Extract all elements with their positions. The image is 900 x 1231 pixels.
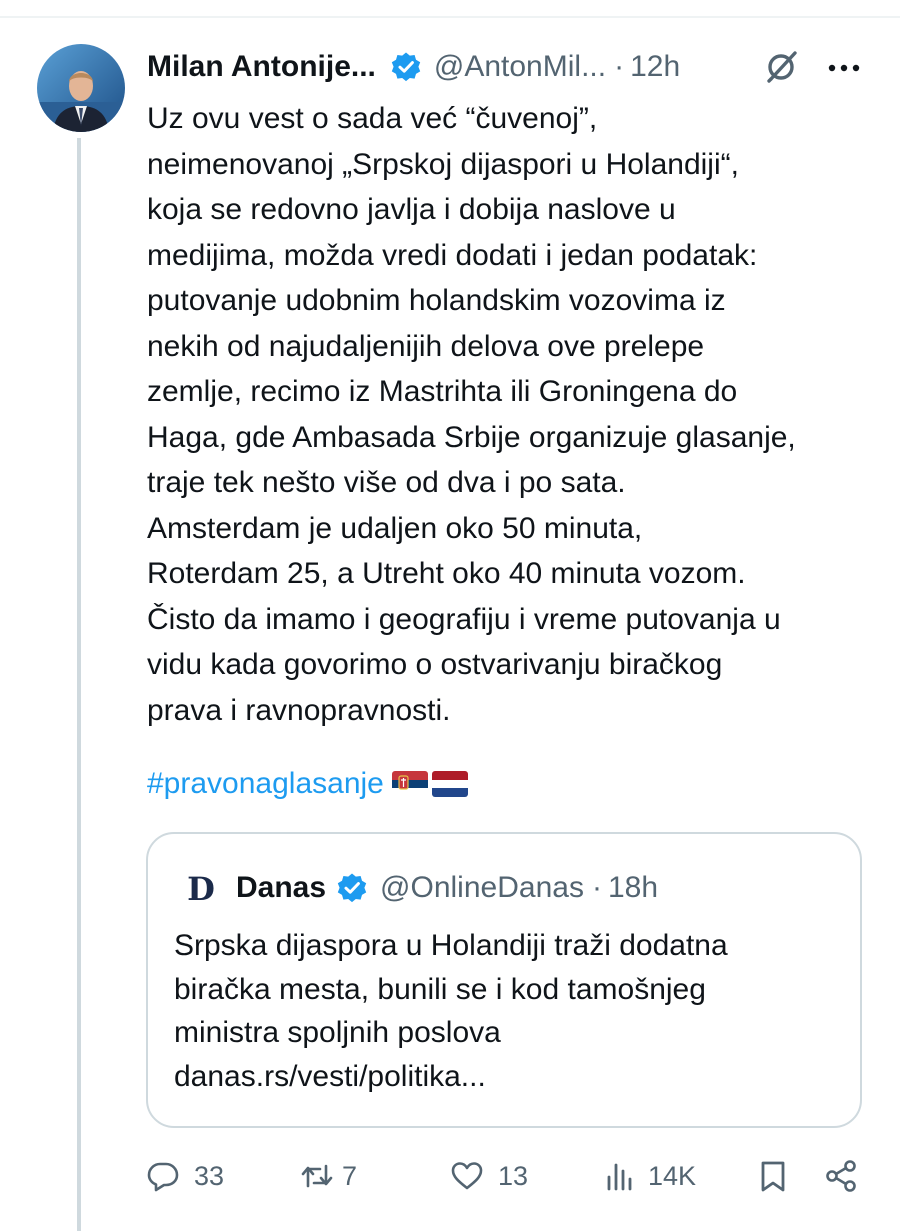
quoted-tweet-text: Srpska dijaspora u Holandiji traži dodat… — [174, 924, 844, 1098]
more-options-icon[interactable] — [824, 48, 864, 88]
tweet-text-line: zemlje, recimo iz Mastrihta ili Groninge… — [147, 375, 738, 408]
quoted-tweet-card[interactable]: D Danas @OnlineDanas · 18h Srpska dijasp… — [146, 832, 862, 1128]
quoted-text-line: danas.rs/vesti/politika... — [174, 1059, 486, 1093]
tweet-text-line: traje tek nešto više od dva i po sata. — [147, 466, 626, 499]
tweet-text-line: putovanje udobnim holandskim vozovima iz — [147, 284, 726, 317]
tweet-text-line: prava i ravnopravnosti. — [147, 693, 451, 727]
bookmark-icon — [761, 1161, 785, 1192]
views-chart-icon — [607, 1163, 632, 1191]
grok-icon[interactable] — [762, 46, 802, 86]
tweet-text-line: Uz ovu vest o sada već “čuvenoj”, — [147, 102, 598, 135]
thread-line — [77, 138, 81, 1231]
verified-badge-icon — [390, 51, 422, 83]
danas-logo-icon: D — [182, 869, 220, 907]
quoted-author-handle[interactable]: @OnlineDanas — [380, 871, 584, 905]
reply-count: 33 — [194, 1160, 225, 1191]
netherlands-flag-icon — [431, 771, 468, 797]
bookmark-button[interactable] — [756, 1152, 790, 1200]
quoted-text-line: biračka mesta, bunili se i kod tamošnjeg — [174, 972, 706, 1006]
quoted-tweet-time[interactable]: 18h — [608, 871, 658, 905]
quoted-text-line: Srpska dijaspora u Holandiji traži dodat… — [174, 929, 728, 962]
hashtag-link[interactable]: #pravonaglasanje — [147, 767, 384, 801]
heart-icon — [451, 1162, 483, 1190]
repost-button[interactable]: 7 — [300, 1152, 357, 1200]
views-count: 14K — [648, 1160, 697, 1191]
tweet-text-line: Čisto da imamo i geografiju i vreme puto… — [147, 602, 781, 636]
reply-icon — [147, 1162, 179, 1192]
tweet-actions: 33 7 13 14K — [146, 1152, 866, 1200]
top-divider — [0, 16, 900, 18]
like-count: 13 — [498, 1160, 529, 1191]
separator-dot: · — [614, 50, 625, 83]
tweet-time[interactable]: 12h — [630, 50, 680, 84]
avatar[interactable] — [37, 44, 125, 132]
author-handle[interactable]: @AntonMil... — [434, 50, 606, 84]
tweet-text-line: vidu kada govorimo o ostvarivanju biračk… — [147, 648, 723, 681]
danas-logo-letter: D — [187, 870, 215, 907]
like-button[interactable]: 13 — [450, 1152, 528, 1200]
quoted-text-line: ministra spoljnih poslova — [174, 1016, 501, 1049]
tweet-text-line: Haga, gde Ambasada Srbije organizuje gla… — [147, 420, 796, 454]
reply-button[interactable]: 33 — [146, 1152, 224, 1200]
repost-icon — [301, 1164, 333, 1188]
tweet-text: Uz ovu vest o sada već “čuvenoj”, neimen… — [147, 96, 877, 733]
share-button[interactable] — [824, 1152, 858, 1200]
verified-badge-icon — [336, 872, 368, 904]
tweet-header: Milan Antonije... @AntonMil... · 12h — [147, 44, 867, 90]
separator-dot: · — [591, 871, 602, 904]
tweet-text-line: nekih od najudaljenijih delova ove prele… — [147, 329, 705, 363]
tweet-text-line: koja se redovno javlja i dobija naslove … — [147, 193, 676, 226]
views-button[interactable]: 14K — [604, 1152, 696, 1200]
hashtag-row: #pravonaglasanje — [147, 762, 468, 806]
tweet-text-line: Amsterdam je udaljen oko 50 minuta, — [147, 511, 643, 545]
serbia-flag-icon — [391, 771, 428, 797]
repost-count: 7 — [342, 1160, 358, 1191]
tweet-text-line: Roterdam 25, a Utreht oko 40 minuta vozo… — [147, 557, 746, 590]
author-name[interactable]: Milan Antonije... — [147, 50, 376, 84]
quoted-author-name[interactable]: Danas — [236, 871, 326, 905]
avatar-image — [37, 44, 125, 132]
tweet-text-line: medijima, možda vredi dodati i jedan pod… — [147, 238, 758, 272]
share-icon — [826, 1160, 856, 1192]
quoted-tweet-header: D Danas @OnlineDanas · 18h — [182, 866, 658, 910]
tweet-text-line: neimenovanoj „Srpskoj dijaspori u Holand… — [147, 147, 739, 181]
